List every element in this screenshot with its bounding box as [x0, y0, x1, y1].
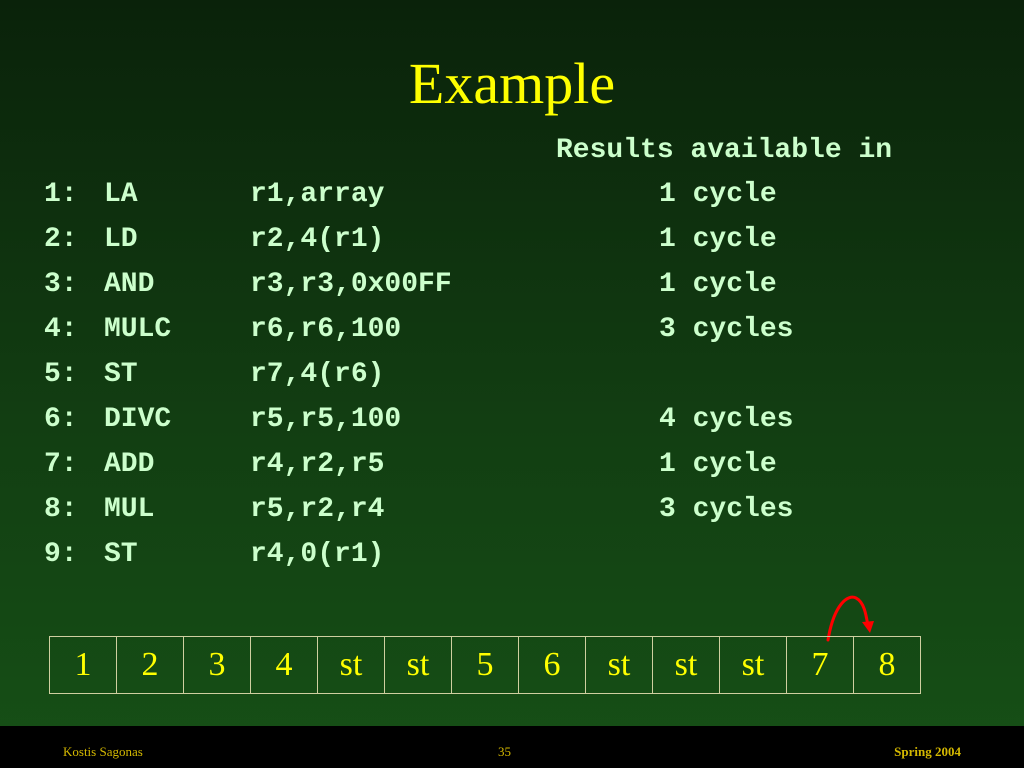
pipeline-slot: st: [317, 636, 385, 694]
pipeline-slot: st: [384, 636, 452, 694]
instruction-number: 8:: [44, 494, 78, 525]
instruction-operands: r4,r2,r5: [250, 449, 385, 480]
instruction-row: 7: ADD r4,r2,r5 1 cycle: [44, 446, 777, 484]
instruction-latency: 1 cycle: [659, 224, 777, 255]
instruction-opcode: ADD: [104, 449, 155, 480]
instruction-opcode: LA: [104, 179, 138, 210]
instruction-number: 2:: [44, 224, 78, 255]
instruction-number: 1:: [44, 179, 78, 210]
instruction-latency: 3 cycles: [659, 314, 794, 345]
instruction-opcode: DIVC: [104, 404, 172, 435]
instruction-operands: r3,r3,0x00FF: [250, 269, 452, 300]
instruction-operands: r6,r6,100: [250, 314, 402, 345]
instruction-number: 7:: [44, 449, 78, 480]
instruction-latency: 4 cycles: [659, 404, 794, 435]
instruction-latency: 1 cycle: [659, 269, 777, 300]
instruction-row: 2: LD r2,4(r1) 1 cycle: [44, 221, 777, 259]
instruction-operands: r5,r2,r4: [250, 494, 385, 525]
pipeline-slot: 7: [786, 636, 854, 694]
instruction-row: 5: ST r7,4(r6): [44, 356, 384, 394]
instruction-operands: r2,4(r1): [250, 224, 385, 255]
instruction-opcode: AND: [104, 269, 155, 300]
pipeline-row: 1 2 3 4 st st 5 6 st st st 7 8: [49, 636, 921, 694]
pipeline-slot: st: [652, 636, 720, 694]
instruction-opcode: LD: [104, 224, 138, 255]
instruction-number: 5:: [44, 359, 78, 390]
pipeline-slot: 1: [49, 636, 117, 694]
pipeline-slot: 6: [518, 636, 586, 694]
instruction-operands: r1,array: [250, 179, 385, 210]
instruction-opcode: ST: [104, 539, 138, 570]
instruction-latency: 1 cycle: [659, 449, 777, 480]
instruction-row: 1: LA r1,array 1 cycle: [44, 176, 777, 214]
slide-footer: Kostis Sagonas 35 Spring 2004: [0, 726, 1024, 768]
instruction-number: 6:: [44, 404, 78, 435]
pipeline-slot: 4: [250, 636, 318, 694]
footer-page-number: 35: [498, 744, 511, 759]
instruction-latency: 3 cycles: [659, 494, 794, 525]
instruction-number: 4:: [44, 314, 78, 345]
instruction-operands: r7,4(r6): [250, 359, 385, 390]
instruction-row: 3: AND r3,r3,0x00FF 1 cycle: [44, 266, 777, 304]
pipeline-slot: 8: [853, 636, 921, 694]
pipeline-slot: 3: [183, 636, 251, 694]
instruction-opcode: MULC: [104, 314, 172, 345]
instruction-row: 6: DIVC r5,r5,100 4 cycles: [44, 401, 793, 439]
pipeline-slot: st: [585, 636, 653, 694]
instruction-row: 4: MULC r6,r6,100 3 cycles: [44, 311, 793, 349]
instruction-number: 3:: [44, 269, 78, 300]
instruction-row: 8: MUL r5,r2,r4 3 cycles: [44, 491, 793, 529]
instruction-operands: r5,r5,100: [250, 404, 402, 435]
pipeline-slot: st: [719, 636, 787, 694]
instruction-opcode: MUL: [104, 494, 155, 525]
instruction-opcode: ST: [104, 359, 138, 390]
slide-title: Example: [408, 51, 616, 116]
pipeline-slot: 2: [116, 636, 184, 694]
pipeline-slot: 5: [451, 636, 519, 694]
instruction-row: 9: ST r4,0(r1): [44, 536, 384, 574]
instruction-number: 9:: [44, 539, 78, 570]
results-available-header: Results available in: [556, 135, 893, 166]
footer-term: Spring 2004: [894, 744, 961, 759]
footer-author: Kostis Sagonas: [63, 744, 143, 759]
instruction-latency: 1 cycle: [659, 179, 777, 210]
instruction-operands: r4,0(r1): [250, 539, 385, 570]
pipeline-schedule: 1 2 3 4 st st 5 6 st st st 7 8: [49, 636, 921, 694]
